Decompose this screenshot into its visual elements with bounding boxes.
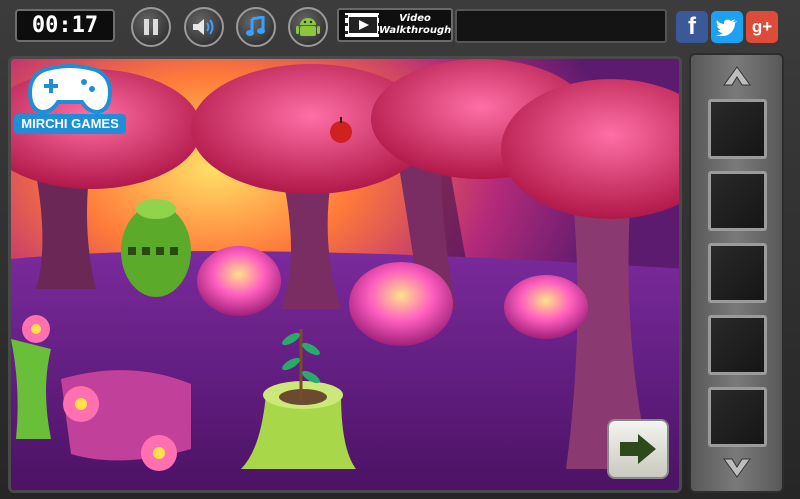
- facebook-button[interactable]: f: [676, 11, 708, 43]
- android-icon: [296, 18, 320, 36]
- pause-icon: [144, 19, 158, 35]
- pause-button[interactable]: [131, 7, 171, 47]
- inventory-down-button[interactable]: [718, 455, 756, 481]
- inventory-slot-1[interactable]: [708, 99, 767, 159]
- mirchi-games-logo: MIRCHI GAMES: [14, 114, 126, 134]
- timer-display: 00:17: [15, 9, 115, 42]
- inventory-slot-5[interactable]: [708, 387, 767, 447]
- inventory-slot-3[interactable]: [708, 243, 767, 303]
- walkthrough-label-line1: Video: [399, 13, 431, 24]
- music-button[interactable]: [236, 7, 276, 47]
- inventory-up-button[interactable]: [718, 63, 756, 89]
- video-walkthrough-button[interactable]: Video Walkthrough: [337, 8, 453, 42]
- sound-button[interactable]: [184, 7, 224, 47]
- hint-bar: [455, 9, 667, 43]
- chevron-up-icon: [723, 66, 751, 86]
- walkthrough-label-line2: Walkthrough: [379, 25, 452, 36]
- film-icon: [345, 13, 379, 37]
- google-plus-icon: g+: [751, 17, 773, 36]
- android-button[interactable]: [288, 7, 328, 47]
- facebook-icon: f: [688, 13, 696, 40]
- speaker-icon: [193, 19, 214, 35]
- arrow-right-icon: [620, 434, 656, 464]
- inventory-slot-4[interactable]: [708, 315, 767, 375]
- inventory-slot-2[interactable]: [708, 171, 767, 231]
- twitter-button[interactable]: [711, 11, 743, 43]
- game-frame: 00:17 Video Walkthrough f g+ MIRCHI GAME…: [0, 0, 800, 499]
- inventory-panel: [689, 53, 784, 493]
- next-scene-button[interactable]: [607, 419, 669, 479]
- twitter-bird-icon: [716, 19, 737, 36]
- music-note-icon: [246, 16, 265, 36]
- chevron-down-icon: [723, 458, 751, 478]
- google-plus-button[interactable]: g+: [746, 11, 778, 43]
